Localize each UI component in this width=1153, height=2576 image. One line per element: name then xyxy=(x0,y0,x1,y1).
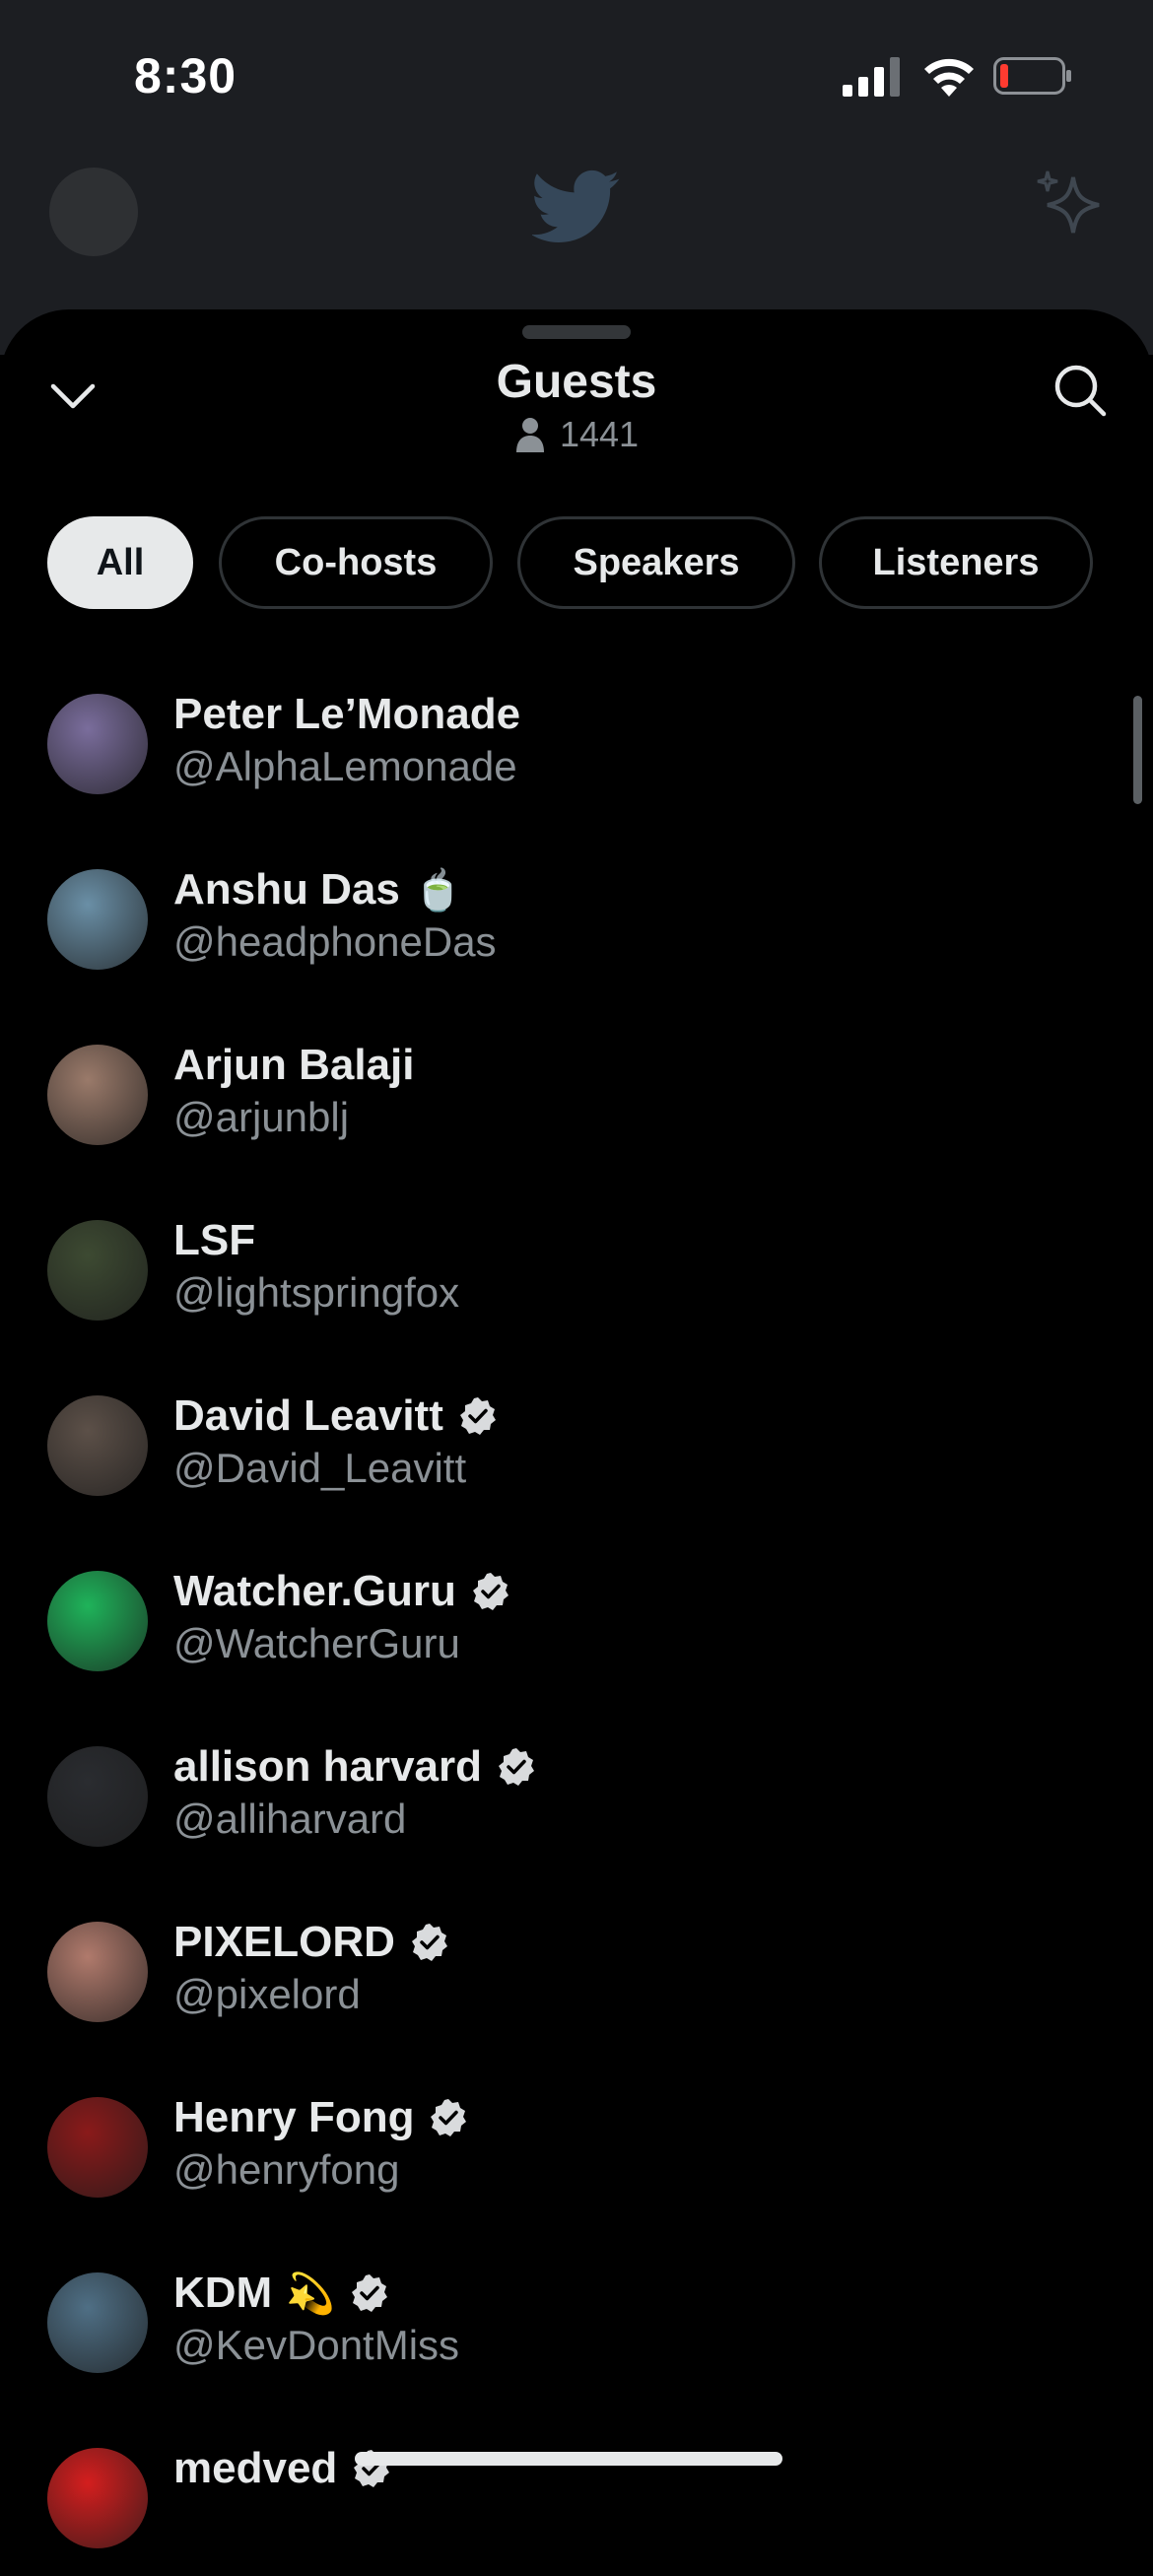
scroll-indicator[interactable] xyxy=(1133,696,1142,804)
status-bar: 8:30 xyxy=(0,0,1153,148)
tab-speakers[interactable]: Speakers xyxy=(517,516,795,609)
guest-name[interactable]: Anshu Das 🍵 xyxy=(173,865,463,915)
verified-badge-icon xyxy=(472,1573,509,1610)
verified-badge-icon xyxy=(459,1397,496,1435)
avatar[interactable] xyxy=(47,1571,148,1671)
filter-tabs: All Co-hosts Speakers Listeners xyxy=(0,516,1153,615)
guest-row[interactable]: Anshu Das 🍵 @headphoneDas xyxy=(0,859,1153,997)
guest-handle: @WatcherGuru xyxy=(173,1620,460,1666)
sheet-grabber[interactable] xyxy=(522,325,631,339)
verified-badge-icon xyxy=(499,1748,535,1786)
tab-co-hosts[interactable]: Co-hosts xyxy=(219,516,493,609)
guest-handle: @pixelord xyxy=(173,1971,361,2017)
avatar[interactable] xyxy=(47,2097,148,2198)
guest-name-text: Arjun Balaji xyxy=(173,1041,415,1089)
guest-row[interactable]: Watcher.Guru @WatcherGuru xyxy=(0,1561,1153,1699)
guest-name-text: Anshu Das xyxy=(173,865,400,914)
guest-row[interactable]: LSF @lightspringfox xyxy=(0,1210,1153,1348)
avatar[interactable] xyxy=(47,1746,148,1847)
guest-name[interactable]: Arjun Balaji xyxy=(173,1041,415,1090)
guest-row[interactable]: PIXELORD @pixelord xyxy=(0,1912,1153,2050)
battery-low-icon xyxy=(993,57,1071,95)
guest-name[interactable]: LSF xyxy=(173,1216,255,1265)
avatar[interactable] xyxy=(47,2272,148,2373)
guest-name[interactable]: PIXELORD xyxy=(173,1918,450,1967)
guest-name-text: PIXELORD xyxy=(173,1918,395,1966)
avatar[interactable] xyxy=(47,1922,148,2022)
guest-name[interactable]: Peter Le’Monade xyxy=(173,690,520,739)
status-time: 8:30 xyxy=(134,48,237,103)
background-app: 8:30 xyxy=(0,0,1153,355)
listener-count-value: 1441 xyxy=(559,414,640,454)
guest-handle: @David_Leavitt xyxy=(173,1445,467,1491)
guest-name-text: Watcher.Guru xyxy=(173,1567,456,1615)
cellular-signal-icon xyxy=(843,57,900,97)
guest-row[interactable]: allison harvard @alliharvard xyxy=(0,1736,1153,1874)
sheet-title: Guests xyxy=(496,356,657,408)
avatar[interactable] xyxy=(47,1220,148,1321)
name-emoji: 💫 xyxy=(286,2271,336,2316)
guest-row[interactable]: KDM 💫 @KevDontMiss xyxy=(0,2263,1153,2401)
verified-badge-icon xyxy=(431,2099,467,2136)
guest-name-text: Peter Le’Monade xyxy=(173,690,521,738)
guest-name-text: medved xyxy=(173,2444,338,2492)
person-icon xyxy=(515,418,544,452)
guest-name-text: LSF xyxy=(173,1216,256,1264)
avatar[interactable] xyxy=(47,2448,148,2548)
guest-name[interactable]: Watcher.Guru xyxy=(173,1567,511,1616)
guest-handle: @KevDontMiss xyxy=(173,2322,460,2368)
avatar[interactable] xyxy=(47,1395,148,1496)
guest-name-text: KDM xyxy=(173,2269,273,2317)
guest-row[interactable]: Peter Le’Monade @AlphaLemonade xyxy=(0,684,1153,822)
avatar[interactable] xyxy=(47,869,148,970)
guest-name-text: allison harvard xyxy=(173,1742,483,1791)
twitter-bird-icon xyxy=(532,169,620,242)
guest-handle: @alliharvard xyxy=(173,1796,407,1842)
guest-handle: @AlphaLemonade xyxy=(173,743,517,789)
name-emoji: 🍵 xyxy=(413,868,463,913)
guests-sheet: Guests 1441 All Co-hosts Speakers Listen… xyxy=(0,309,1153,2548)
verified-badge-icon xyxy=(352,2274,388,2312)
guest-row[interactable]: David Leavitt @David_Leavitt xyxy=(0,1386,1153,1524)
guest-row[interactable]: Arjun Balaji @arjunblj xyxy=(0,1035,1153,1173)
guest-name-text: Henry Fong xyxy=(173,2093,415,2141)
guest-handle: @arjunblj xyxy=(173,1094,350,1140)
guest-name[interactable]: KDM 💫 xyxy=(173,2269,390,2318)
wifi-icon xyxy=(924,58,974,97)
tab-listeners[interactable]: Listeners xyxy=(819,516,1093,609)
listener-count: 1441 xyxy=(0,414,1153,455)
home-indicator[interactable] xyxy=(355,2452,782,2466)
background-profile-avatar xyxy=(49,168,138,256)
guest-handle: @lightspringfox xyxy=(173,1269,460,1316)
guest-row[interactable]: Henry Fong @henryfong xyxy=(0,2087,1153,2225)
search-icon[interactable] xyxy=(1051,361,1110,420)
sparkle-icon xyxy=(1037,170,1100,234)
verified-badge-icon xyxy=(411,1924,447,1961)
guest-handle: @henryfong xyxy=(173,2146,400,2193)
guest-name-text: David Leavitt xyxy=(173,1391,443,1440)
avatar[interactable] xyxy=(47,694,148,794)
guest-name[interactable]: David Leavitt xyxy=(173,1391,499,1441)
tab-all[interactable]: All xyxy=(47,516,193,609)
guest-name[interactable]: allison harvard xyxy=(173,1742,537,1792)
avatar[interactable] xyxy=(47,1045,148,1145)
guest-name[interactable]: Henry Fong xyxy=(173,2093,469,2142)
guest-handle: @headphoneDas xyxy=(173,918,497,965)
